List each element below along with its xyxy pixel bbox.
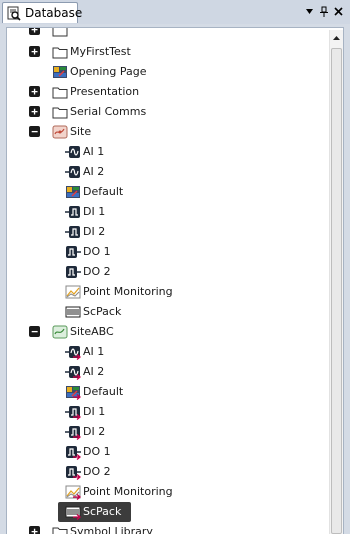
panel-titlebar: Database — [0, 0, 350, 24]
analog-input-icon — [65, 146, 80, 158]
database-search-icon — [7, 6, 21, 21]
tree-item-label: AI 1 — [83, 145, 105, 158]
panel-title: Database — [25, 6, 83, 20]
tree-item-di-1[interactable]: DI 1 — [7, 202, 327, 222]
tree-item-label: ScPack — [83, 305, 122, 318]
tree-item-label: DO 2 — [83, 265, 111, 278]
folder-icon — [52, 28, 68, 37]
tree-item-label: DI 1 — [83, 405, 106, 418]
collapse-icon[interactable]: − — [29, 126, 40, 137]
tree-item-label: DO 2 — [83, 465, 111, 478]
tree-item-label: Presentation — [70, 85, 140, 98]
tree-item-label: SiteABC — [70, 325, 114, 338]
database-tree-panel: + + MyFirstTest Opening Page + Presentation +… — [6, 27, 344, 534]
tree-item-label: DI 2 — [83, 225, 106, 238]
tree-item-site[interactable]: − Site — [7, 122, 327, 142]
digital-output-icon — [66, 466, 81, 480]
tree-item-label: Opening Page — [70, 65, 147, 78]
trend-icon — [65, 285, 81, 299]
page-icon — [66, 186, 80, 198]
tree-item-label: MyFirstTest — [70, 45, 131, 58]
pin-icon — [319, 6, 328, 17]
tree-item-do-1[interactable]: DO 1 — [7, 442, 327, 462]
tree-item-label: Point Monitoring — [83, 485, 173, 498]
digital-output-icon — [66, 246, 81, 258]
tree-item-label: Symbol Library — [70, 525, 153, 534]
expand-icon[interactable]: + — [29, 86, 40, 97]
tree-item-label: DO 1 — [83, 245, 111, 258]
expand-icon[interactable]: + — [29, 46, 40, 57]
tree-item-label: AI 1 — [83, 345, 105, 358]
tree-item-label: AI 2 — [83, 365, 105, 378]
close-icon — [334, 7, 343, 16]
tree-item-label: Serial Comms — [70, 105, 147, 118]
scpack-icon — [65, 306, 81, 318]
tree-item-siteabc[interactable]: − SiteABC — [7, 322, 327, 342]
tree-item-label: Site — [70, 125, 92, 138]
folder-icon — [52, 107, 68, 119]
tree-item-symbol-library[interactable]: + Symbol Library — [7, 522, 327, 534]
analog-input-icon — [65, 366, 81, 380]
tree-item-scpack[interactable]: ScPack — [7, 302, 327, 322]
tree-item-default[interactable]: Default — [7, 382, 327, 402]
tree-item-label: Default — [83, 385, 124, 398]
folder-icon — [52, 527, 68, 534]
expand-icon[interactable]: + — [29, 106, 40, 117]
tree-item-ai-2[interactable]: AI 2 — [7, 162, 327, 182]
chevron-down-icon — [306, 9, 313, 14]
tree-item-ai-2[interactable]: AI 2 — [7, 362, 327, 382]
tree-item-opening-page[interactable]: Opening Page — [7, 62, 327, 82]
collapse-icon[interactable]: − — [29, 326, 40, 337]
trend-icon — [65, 485, 81, 500]
scroll-up-icon[interactable] — [330, 32, 343, 45]
tree-item-label: Point Monitoring — [83, 285, 173, 298]
expand-icon: + — [29, 28, 40, 35]
tree-item-ai-1[interactable]: AI 1 — [7, 342, 327, 362]
tree-item-di-1[interactable]: DI 1 — [7, 402, 327, 422]
tree-item-do-2[interactable]: DO 2 — [7, 262, 327, 282]
pin-button[interactable] — [316, 4, 331, 19]
digital-input-icon — [65, 226, 80, 238]
database-tab[interactable]: Database — [2, 2, 82, 23]
database-tree[interactable]: + + MyFirstTest Opening Page + Presentation +… — [7, 28, 327, 534]
analog-input-icon — [65, 166, 80, 178]
tree-item-di-2[interactable]: DI 2 — [7, 422, 327, 442]
digital-output-icon — [66, 446, 81, 460]
tree-item-label: DI 1 — [83, 205, 106, 218]
tree-item-label: Default — [83, 185, 124, 198]
vertical-scrollbar[interactable] — [329, 30, 343, 534]
tree-item-do-2[interactable]: DO 2 — [7, 462, 327, 482]
tree-item-point-monitoring[interactable]: Point Monitoring — [7, 282, 327, 302]
scpack-icon — [65, 506, 81, 520]
tree-item-point-monitoring[interactable]: Point Monitoring — [7, 482, 327, 502]
digital-input-icon — [65, 426, 81, 440]
site-abc-icon — [52, 325, 68, 339]
close-button[interactable] — [331, 4, 346, 19]
tree-item-do-1[interactable]: DO 1 — [7, 242, 327, 262]
digital-output-icon — [66, 266, 81, 278]
digital-input-icon — [65, 206, 80, 218]
tree-item-myfirsttest[interactable]: + MyFirstTest — [7, 42, 327, 62]
tree-item-label: ScPack — [83, 505, 122, 518]
folder-icon — [52, 87, 68, 99]
tree-item-serial-comms[interactable]: + Serial Comms — [7, 102, 327, 122]
tree-item-scpack[interactable]: ScPack — [7, 502, 327, 522]
site-icon — [52, 125, 68, 139]
tree-item-di-2[interactable]: DI 2 — [7, 222, 327, 242]
folder-icon — [52, 47, 68, 59]
analog-input-icon — [65, 346, 81, 360]
page-icon — [53, 66, 67, 78]
tree-row-clipped: + — [7, 28, 327, 40]
dropdown-button[interactable] — [302, 4, 317, 19]
tree-item-presentation[interactable]: + Presentation — [7, 82, 327, 102]
expand-icon[interactable]: + — [29, 526, 40, 534]
tree-item-ai-1[interactable]: AI 1 — [7, 142, 327, 162]
tree-item-label: AI 2 — [83, 165, 105, 178]
tree-item-label: DO 1 — [83, 445, 111, 458]
digital-input-icon — [65, 406, 81, 420]
tree-item-default[interactable]: Default — [7, 182, 327, 202]
tree-item-label: DI 2 — [83, 425, 106, 438]
scrollbar-thumb[interactable] — [331, 48, 342, 534]
page-icon — [66, 386, 81, 400]
